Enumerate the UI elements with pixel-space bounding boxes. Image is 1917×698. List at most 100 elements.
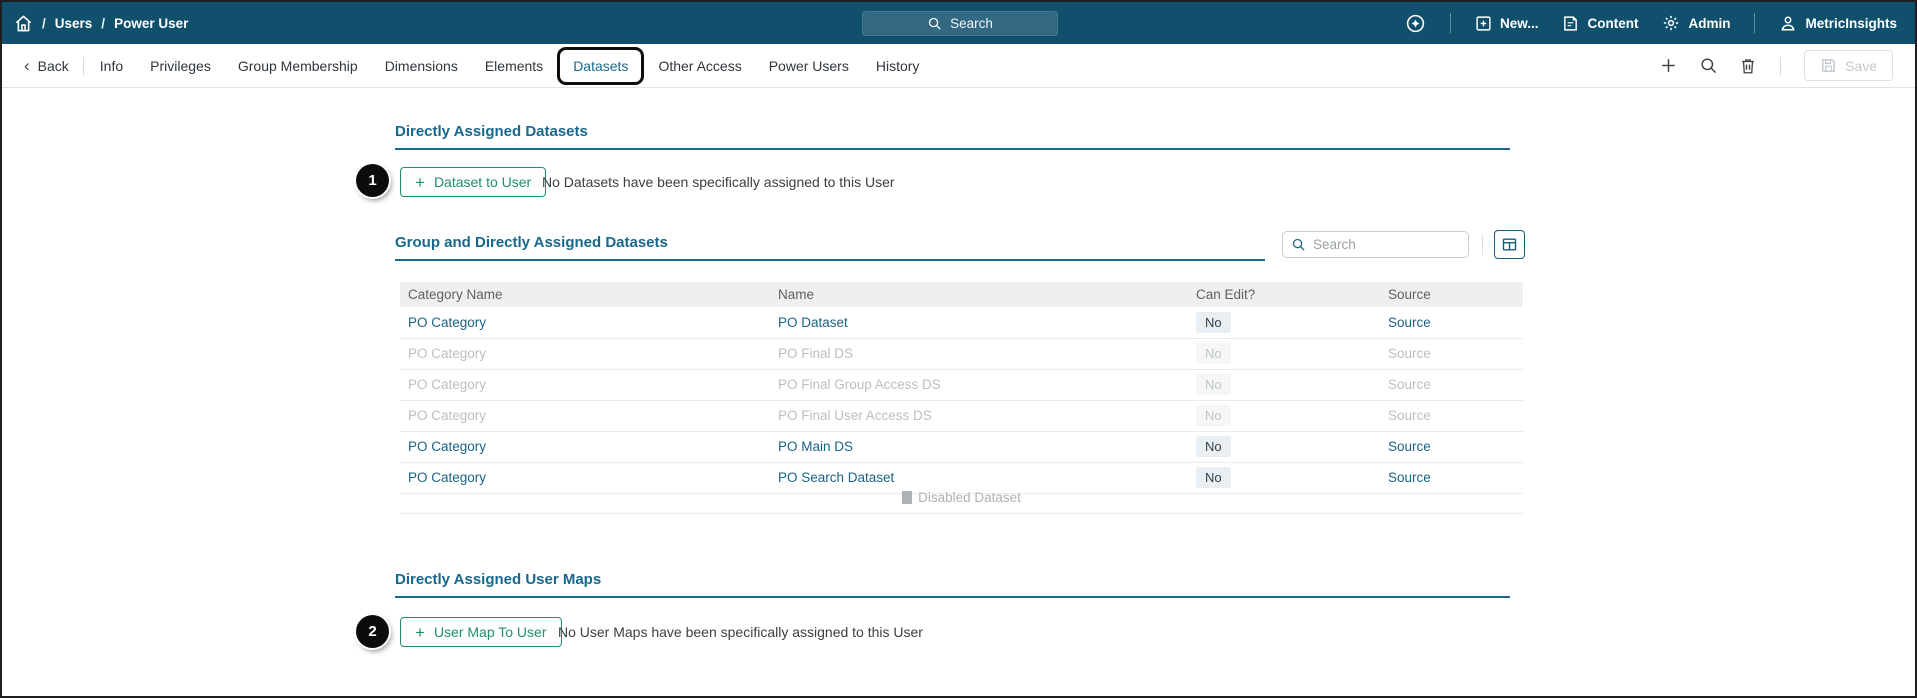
new-label: New... <box>1499 15 1539 31</box>
breadcrumb: / Users / Power User <box>14 14 188 33</box>
dataset-link[interactable]: PO Dataset <box>778 315 848 330</box>
tab-group-membership[interactable]: Group Membership <box>238 58 358 74</box>
source-link: Source <box>1388 346 1431 361</box>
search-icon[interactable] <box>1699 56 1718 75</box>
new-plus-icon <box>1475 15 1492 32</box>
topbar-actions: New... Content Admin MetricInsights <box>1405 13 1897 34</box>
tab-elements[interactable]: Elements <box>485 58 543 74</box>
add-user-map-to-user-label: User Map To User <box>433 624 547 640</box>
dataset-link: PO Final DS <box>778 346 854 361</box>
col-header-name: Name <box>770 282 1188 307</box>
new-button[interactable]: New... <box>1475 15 1539 32</box>
plus-icon: + <box>415 622 425 642</box>
add-dataset-to-user-label: Dataset to User <box>433 174 532 190</box>
compass-icon[interactable] <box>1405 13 1426 34</box>
datasets-table: Category Name Name Can Edit? Source PO C… <box>400 282 1523 494</box>
breadcrumb-separator: / <box>42 15 46 31</box>
main-content: Directly Assigned Datasets 1 + Dataset t… <box>2 88 1915 696</box>
save-label: Save <box>1845 57 1877 74</box>
disabled-swatch-icon <box>902 490 913 504</box>
col-header-category-name: Category Name <box>400 282 770 307</box>
col-header-source: Source <box>1380 282 1523 307</box>
tab-dimensions[interactable]: Dimensions <box>385 58 458 74</box>
can-edit-badge: No <box>1196 405 1231 426</box>
user-icon <box>1779 14 1797 32</box>
no-user-maps-message: No User Maps have been specifically assi… <box>558 624 923 640</box>
save-disk-icon <box>1820 57 1837 74</box>
table-legend: Disabled Dataset <box>400 481 1523 514</box>
admin-label: Admin <box>1688 15 1731 31</box>
divider <box>1754 13 1756 33</box>
content-icon <box>1562 15 1579 32</box>
table-row-disabled: PO Category PO Final Group Access DS No … <box>400 369 1523 401</box>
category-link[interactable]: PO Category <box>408 439 486 454</box>
admin-button[interactable]: Admin <box>1662 14 1730 32</box>
top-navbar: / Users / Power User Search New... Conte… <box>2 2 1915 44</box>
breadcrumb-power-user: Power User <box>114 15 189 31</box>
account-label: MetricInsights <box>1805 15 1897 31</box>
dataset-link: PO Final User Access DS <box>778 408 932 423</box>
plus-icon: + <box>415 172 425 192</box>
category-link[interactable]: PO Category <box>408 315 486 330</box>
breadcrumb-users[interactable]: Users <box>55 16 93 31</box>
annotation-badge-2: 2 <box>356 615 389 648</box>
category-link: PO Category <box>408 377 487 392</box>
can-edit-badge: No <box>1196 311 1231 333</box>
can-edit-badge: No <box>1196 436 1231 457</box>
divider <box>82 56 84 75</box>
section-title-group-assigned-datasets: Group and Directly Assigned Datasets <box>395 234 1265 261</box>
source-link: Source <box>1388 377 1431 392</box>
can-edit-badge: No <box>1196 343 1231 364</box>
content-button[interactable]: Content <box>1562 15 1638 32</box>
can-edit-badge: No <box>1196 374 1231 395</box>
col-header-can-edit: Can Edit? <box>1188 282 1380 307</box>
tab-history[interactable]: History <box>876 58 920 74</box>
global-search[interactable]: Search <box>862 11 1058 36</box>
divider <box>1482 235 1483 255</box>
table-row-disabled: PO Category PO Final DS No Source <box>400 338 1523 370</box>
table-row: PO Category PO Main DS No Source <box>400 431 1523 463</box>
source-link[interactable]: Source <box>1388 439 1431 454</box>
tab-info[interactable]: Info <box>100 58 123 74</box>
tab-power-users[interactable]: Power Users <box>769 58 849 74</box>
column-settings-button[interactable] <box>1494 230 1525 259</box>
search-icon <box>927 16 942 31</box>
columns-icon <box>1501 236 1518 253</box>
section-title-directly-assigned-datasets: Directly Assigned Datasets <box>395 123 1510 150</box>
tab-other-access[interactable]: Other Access <box>658 58 741 74</box>
back-label: Back <box>37 57 69 74</box>
add-user-map-to-user-button[interactable]: + User Map To User <box>400 617 562 647</box>
content-label: Content <box>1587 15 1639 31</box>
account-menu[interactable]: MetricInsights <box>1779 14 1897 32</box>
search-icon <box>1291 237 1306 252</box>
save-button[interactable]: Save <box>1804 50 1893 81</box>
source-link: Source <box>1388 408 1431 423</box>
global-search-label: Search <box>950 16 993 31</box>
add-dataset-to-user-button[interactable]: + Dataset to User <box>400 167 547 197</box>
divider <box>1780 56 1782 75</box>
breadcrumb-separator: / <box>101 15 106 31</box>
dataset-link[interactable]: PO Main DS <box>778 439 853 454</box>
home-icon[interactable] <box>14 14 33 33</box>
dataset-search-box <box>1282 231 1469 258</box>
dataset-search-input[interactable] <box>1313 237 1460 252</box>
table-header-row: Category Name Name Can Edit? Source <box>400 282 1523 307</box>
chevron-left-icon: ‹ <box>24 56 30 75</box>
add-icon[interactable] <box>1659 56 1678 75</box>
table-row-disabled: PO Category PO Final User Access DS No S… <box>400 400 1523 432</box>
back-button[interactable]: ‹ Back <box>24 57 69 74</box>
section-title-directly-assigned-user-maps: Directly Assigned User Maps <box>395 571 1510 598</box>
tab-privileges[interactable]: Privileges <box>150 58 211 74</box>
tab-bar: ‹ Back Info Privileges Group Membership … <box>2 44 1915 88</box>
app-window: / Users / Power User Search New... Conte… <box>0 0 1917 698</box>
dataset-link: PO Final Group Access DS <box>778 377 941 392</box>
trash-icon[interactable] <box>1739 57 1757 75</box>
tab-datasets[interactable]: Datasets <box>557 46 645 85</box>
category-link: PO Category <box>408 408 487 423</box>
divider <box>1449 13 1451 33</box>
source-link[interactable]: Source <box>1388 315 1431 330</box>
legend-label: Disabled Dataset <box>918 489 1021 505</box>
table-row: PO Category PO Dataset No Source <box>400 307 1523 339</box>
category-link: PO Category <box>408 346 487 361</box>
tabs: Info Privileges Group Membership Dimensi… <box>100 46 947 85</box>
